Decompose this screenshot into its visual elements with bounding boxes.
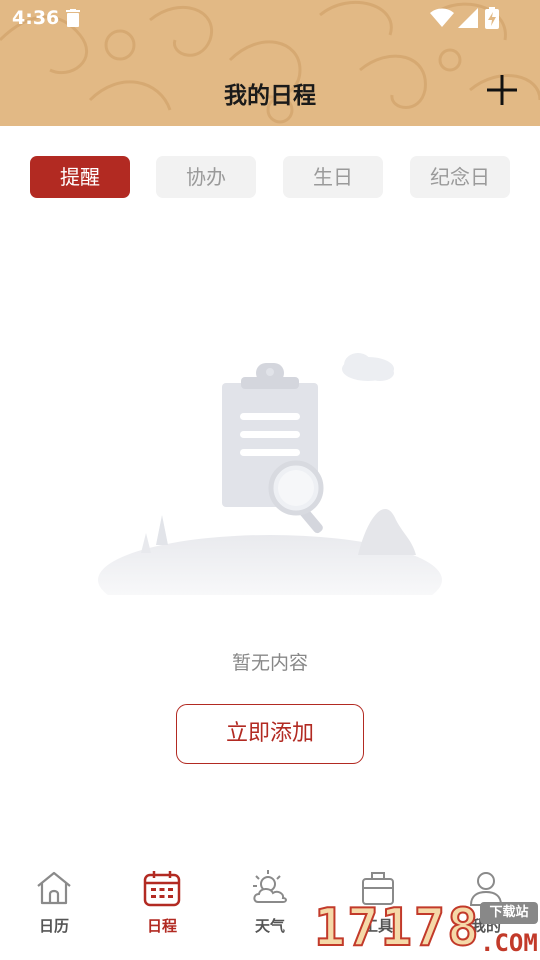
nav-schedule[interactable]: 日程 [108, 860, 216, 960]
nav-label-schedule: 日程 [146, 917, 177, 935]
status-bar: 4:36 [0, 0, 540, 36]
trash-notification-icon [66, 9, 80, 27]
nav-weather[interactable]: 天气 [216, 860, 324, 960]
battery-charging-icon [485, 7, 499, 29]
watermark-digits: 17178 [313, 897, 481, 959]
tab-anniversary[interactable]: 纪念日 [410, 156, 510, 198]
empty-message: 暂无内容 [231, 652, 308, 674]
page-title: 我的日程 [224, 83, 316, 109]
tab-birthday[interactable]: 生日 [283, 156, 383, 198]
tab-assist[interactable]: 协办 [156, 156, 256, 198]
tab-reminder[interactable]: 提醒 [30, 156, 130, 198]
nav-label-weather: 天气 [254, 917, 285, 935]
nav-calendar[interactable]: 日历 [0, 860, 108, 960]
watermark-domain: .COM [480, 929, 538, 957]
cloud-icon [342, 353, 394, 381]
clipboard-magnifier-illustration [98, 353, 442, 595]
nav-label-calendar: 日历 [38, 917, 69, 935]
status-time: 4:36 [12, 7, 60, 29]
watermark-tag: 下载站 [480, 902, 538, 924]
calendar-icon [143, 871, 181, 907]
signal-icon [458, 8, 478, 28]
site-watermark: 17178 下载站 .COM [313, 896, 540, 960]
add-now-button[interactable]: 立即添加 [176, 704, 364, 764]
wifi-icon [430, 8, 454, 27]
plus-icon[interactable] [482, 70, 522, 110]
schedule-tabs: 提醒 协办 生日 纪念日 [30, 156, 510, 198]
home-icon [37, 871, 71, 905]
weather-icon [253, 870, 287, 903]
header-bar: 4:36 我的日程 [0, 0, 540, 126]
